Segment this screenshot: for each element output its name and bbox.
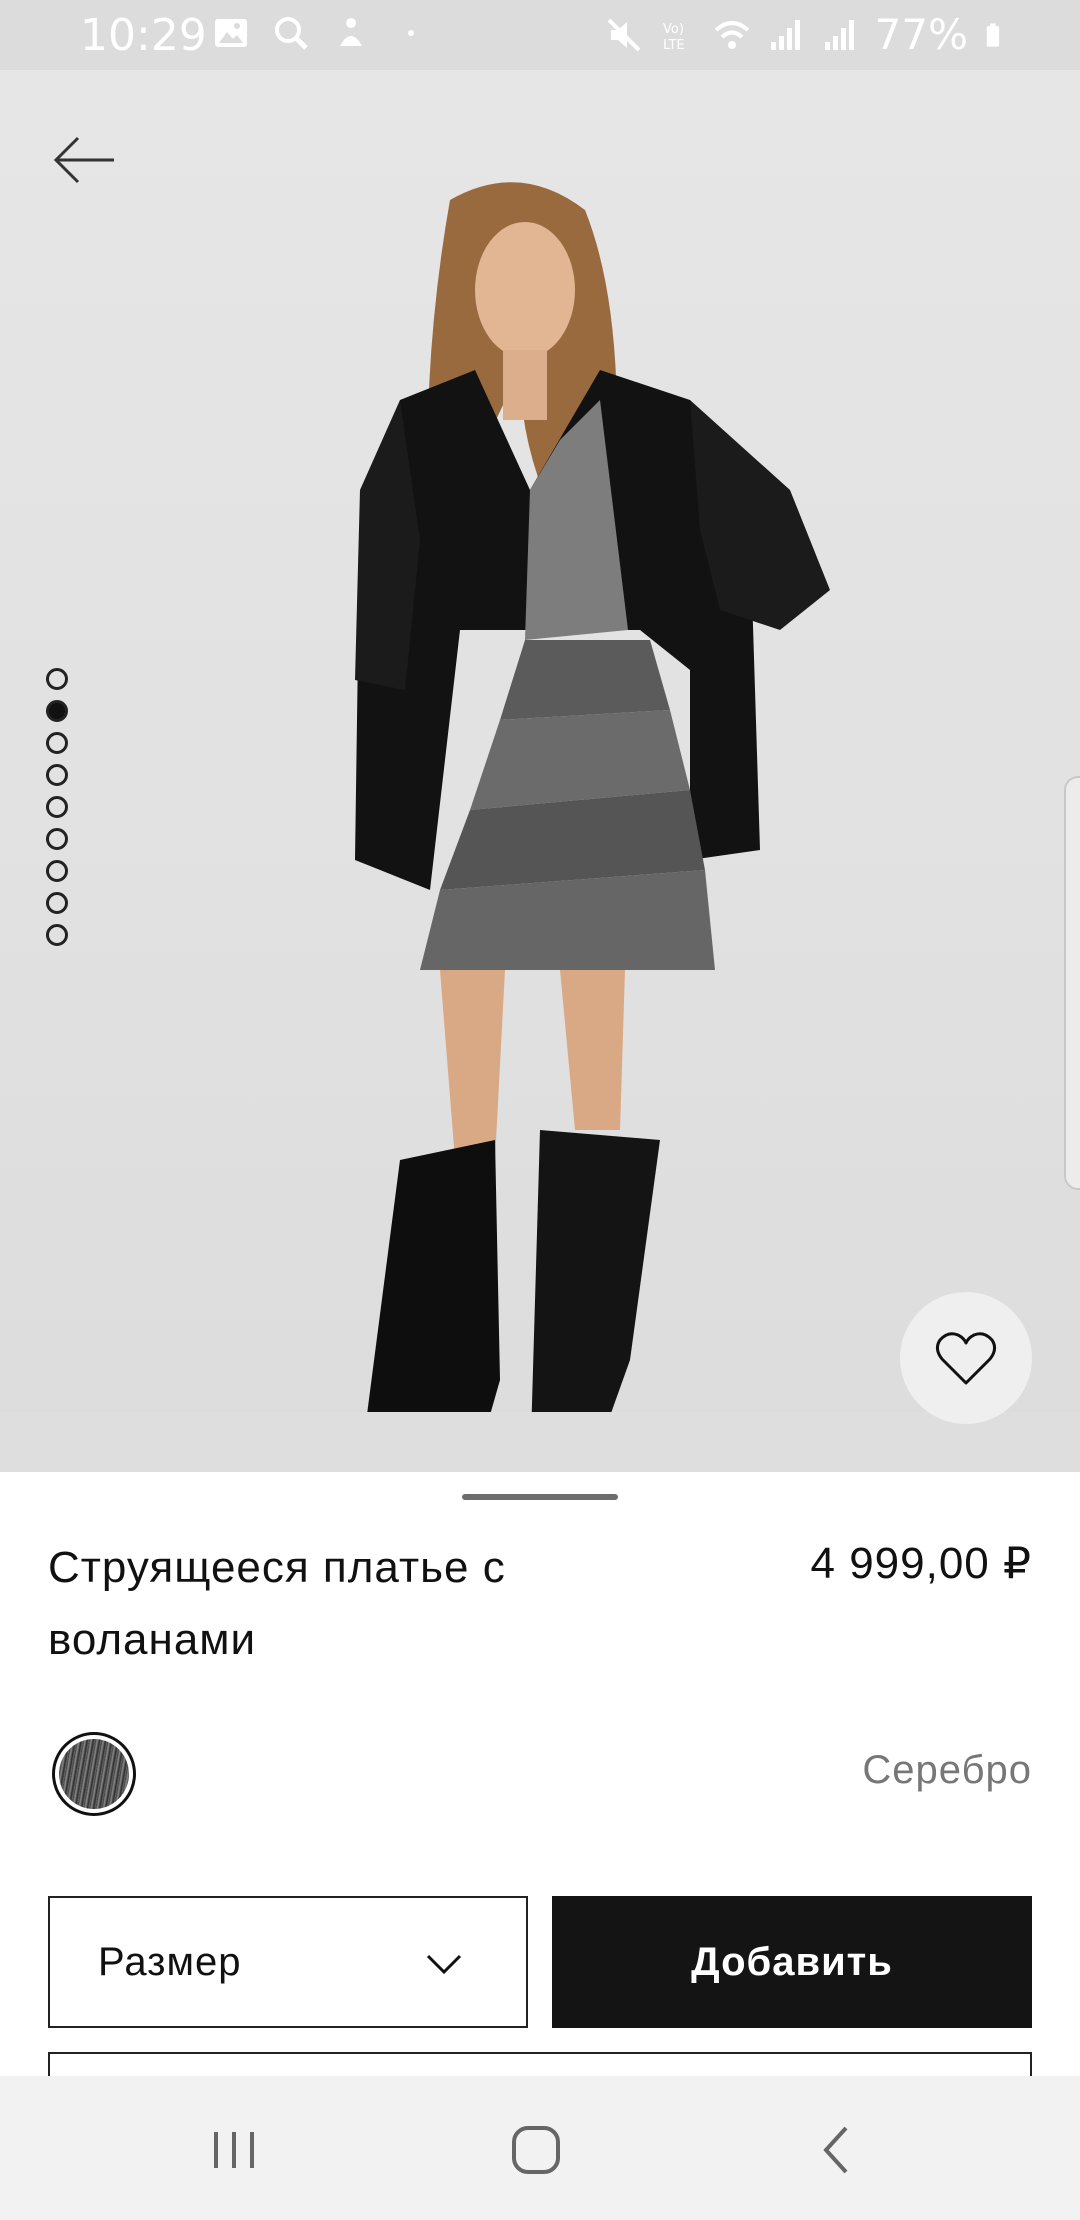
mute-icon (607, 18, 641, 51)
gallery-dot[interactable] (46, 892, 68, 914)
dot-icon (408, 30, 414, 36)
back-arrow-icon[interactable] (50, 130, 120, 190)
gallery-dot[interactable] (46, 764, 68, 786)
color-swatch-fill (59, 1739, 129, 1809)
favorite-button[interactable] (900, 1292, 1032, 1424)
svg-text:Vo): Vo) (663, 22, 684, 37)
add-to-cart-button[interactable]: Добавить (552, 1896, 1032, 2028)
search-icon (275, 17, 308, 50)
product-image[interactable] (0, 70, 1080, 1472)
gallery-pagination[interactable] (46, 668, 70, 956)
status-bar: 10:29 Vo) LTE 77% (0, 0, 1080, 70)
heart-icon (935, 1332, 997, 1385)
gallery-dot[interactable] (46, 796, 68, 818)
gallery-dot[interactable] (46, 668, 68, 690)
scroll-handle[interactable] (1064, 776, 1080, 1190)
battery-percent: 77% (874, 10, 968, 59)
product-title: Струящееся платье с воланами (48, 1543, 506, 1664)
product-price: 4 999,00 ₽ (810, 1539, 1032, 1588)
signal-icon (770, 19, 800, 50)
size-dropdown-label: Размер (98, 1940, 242, 1984)
back-nav-icon[interactable] (808, 2120, 868, 2180)
status-time: 10:29 (80, 10, 207, 61)
home-icon[interactable] (506, 2120, 566, 2180)
volte-icon: Vo) LTE (663, 22, 685, 53)
wifi-icon (714, 20, 749, 49)
model-photo (355, 182, 830, 1472)
recent-apps-icon[interactable] (204, 2120, 264, 2180)
navigation-bar (0, 2076, 1080, 2220)
svg-text:LTE: LTE (663, 38, 685, 53)
gallery-dot[interactable] (46, 732, 68, 754)
size-dropdown[interactable]: Размер (48, 1896, 528, 2028)
gallery-icon (215, 19, 247, 47)
floor (0, 1412, 1080, 1472)
status-right-icons: Vo) LTE 77% (605, 10, 1010, 59)
gallery-dot[interactable] (46, 828, 68, 850)
battery-icon (986, 22, 1000, 47)
sheet-drag-handle[interactable] (462, 1494, 618, 1500)
notification-icon (340, 18, 362, 46)
color-swatch[interactable] (52, 1732, 136, 1816)
color-name: Серебро (862, 1748, 1032, 1792)
chevron-down-icon (426, 1954, 462, 1975)
signal-icon-2 (824, 19, 854, 50)
gallery-dot[interactable] (46, 860, 68, 882)
gallery-dot[interactable] (46, 924, 68, 946)
status-left-icons (212, 14, 430, 52)
product-sheet[interactable]: Струящееся платье с воланами 4 999,00 ₽ … (0, 1472, 1080, 2092)
gallery-dot[interactable] (46, 700, 68, 722)
